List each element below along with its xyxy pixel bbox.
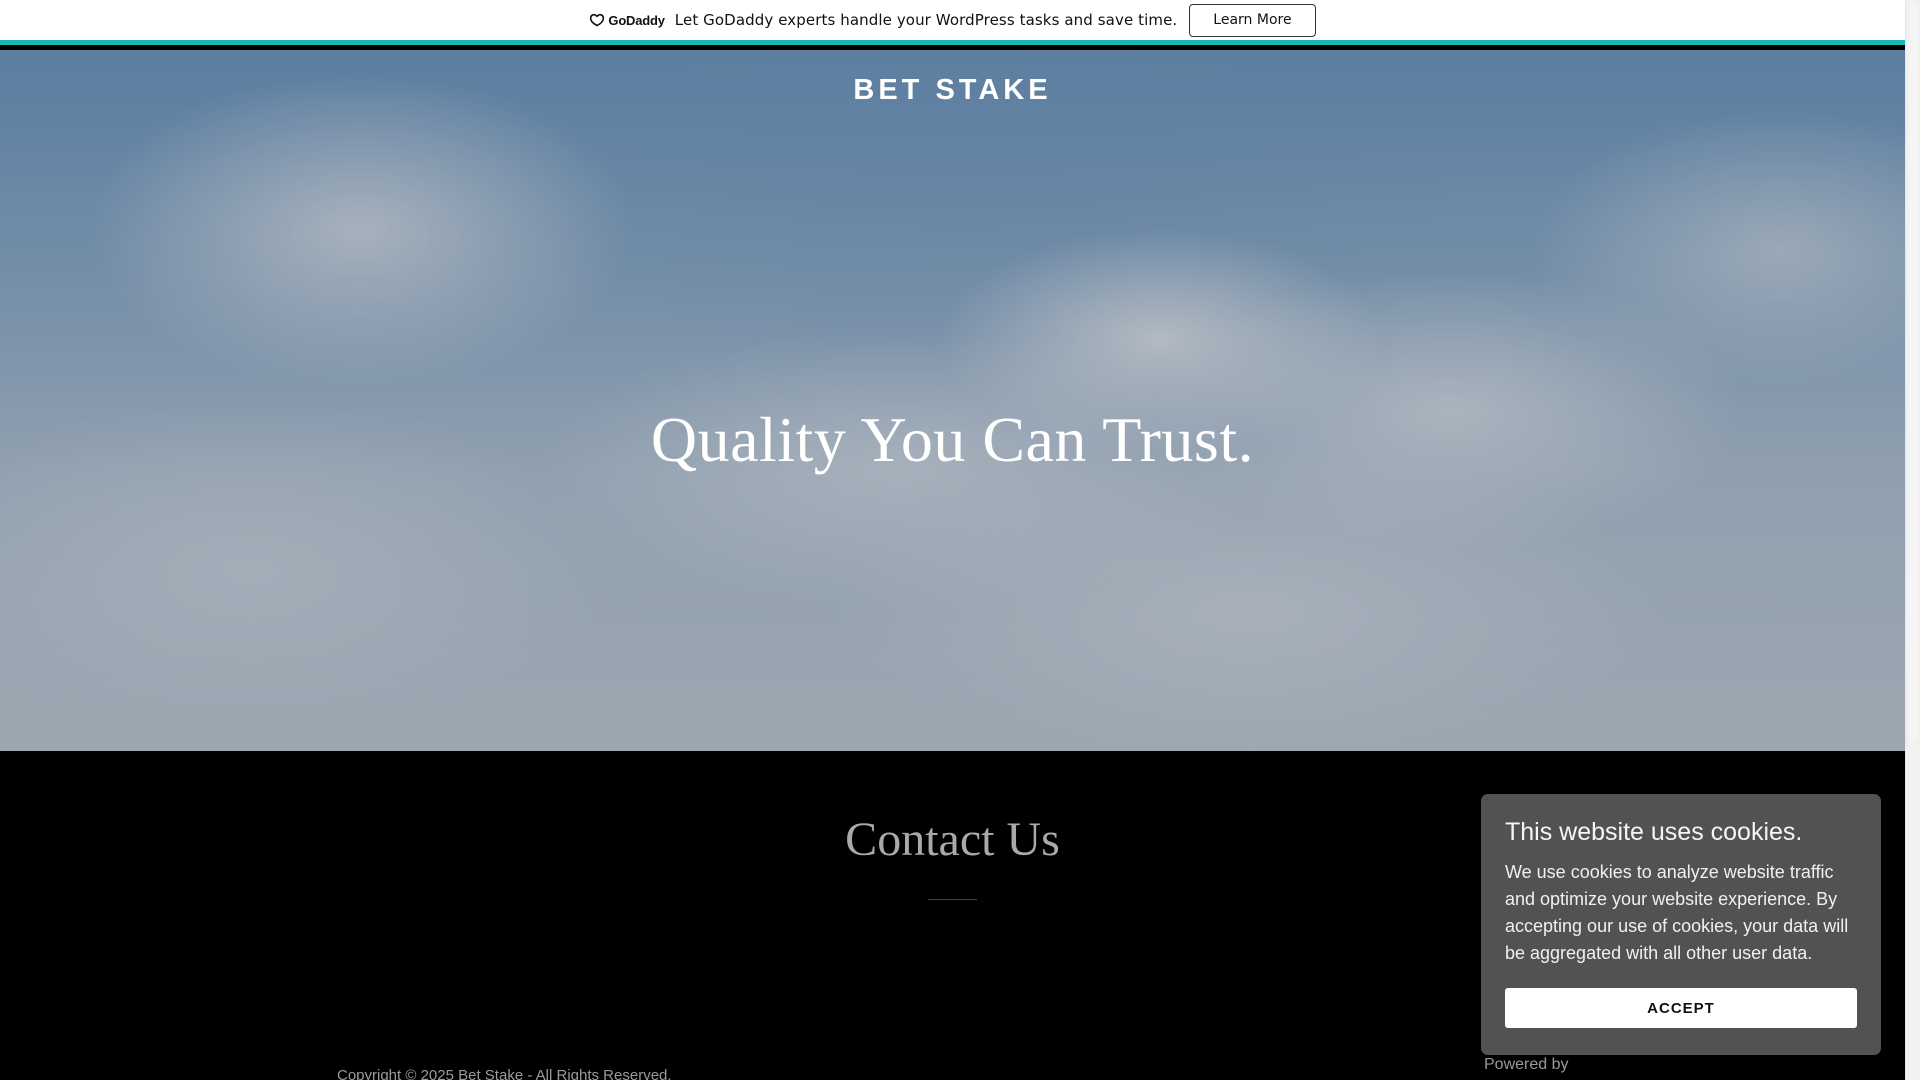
godaddy-logo-text: GoDaddy bbox=[608, 12, 665, 28]
powered-by-text: Powered by bbox=[1484, 1056, 1569, 1073]
page: GoDaddy Let GoDaddy experts handle your … bbox=[0, 0, 1920, 1080]
scrollbar-thumb[interactable] bbox=[1909, 2, 1917, 742]
hero-section: BET STAKE Quality You Can Trust. bbox=[0, 50, 1905, 751]
site-title[interactable]: BET STAKE bbox=[0, 74, 1905, 107]
promo-message: Let GoDaddy experts handle your WordPres… bbox=[674, 11, 1178, 29]
godaddy-logo: GoDaddy bbox=[589, 12, 665, 28]
page-content: GoDaddy Let GoDaddy experts handle your … bbox=[0, 0, 1905, 1080]
promo-banner: GoDaddy Let GoDaddy experts handle your … bbox=[0, 0, 1905, 45]
copyright-text: Copyright © 2025 Bet Stake - All Rights … bbox=[337, 1067, 672, 1080]
page-scrollbar[interactable] bbox=[1905, 0, 1920, 1080]
learn-more-button[interactable]: Learn More bbox=[1189, 3, 1316, 37]
godaddy-mark-icon bbox=[590, 13, 605, 27]
hero-tagline: Quality You Can Trust. bbox=[650, 404, 1255, 475]
contact-divider bbox=[928, 899, 977, 900]
accept-cookies-button[interactable]: ACCEPT bbox=[1505, 988, 1857, 1028]
cookie-banner-title: This website uses cookies. bbox=[1505, 818, 1803, 846]
cookie-banner-body: We use cookies to analyze website traffi… bbox=[1505, 862, 1849, 963]
hero-content: BET STAKE Quality You Can Trust. bbox=[0, 50, 1905, 751]
cookie-banner: This website uses cookies. We use cookie… bbox=[1481, 794, 1881, 1055]
